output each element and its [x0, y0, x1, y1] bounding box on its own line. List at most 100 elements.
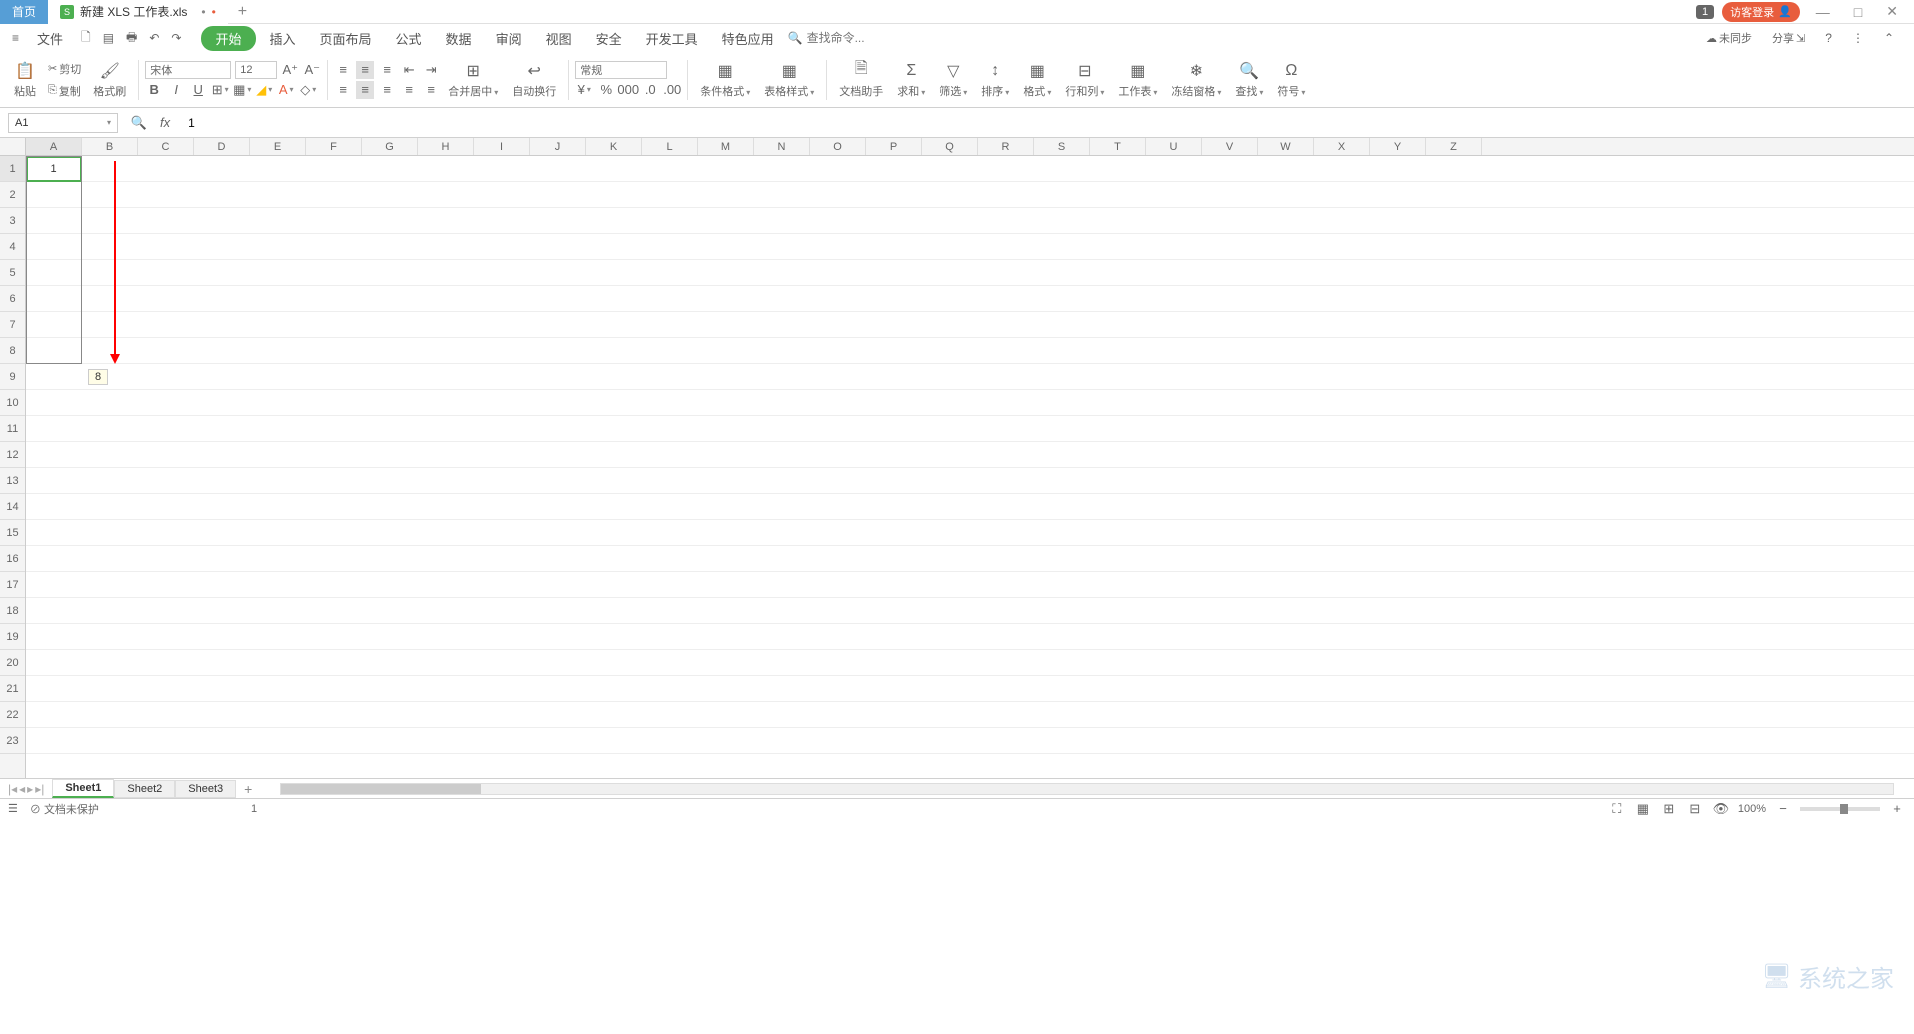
close-button[interactable]: ✕ — [1878, 3, 1906, 20]
indent-left-icon[interactable]: ⇤ — [400, 61, 418, 79]
tab-special[interactable]: 特色应用 — [712, 25, 784, 52]
col-header-O[interactable]: O — [810, 138, 866, 155]
format-painter-button[interactable]: 🖌 格式刷 — [93, 61, 126, 99]
maximize-button[interactable]: □ — [1846, 4, 1870, 20]
col-header-T[interactable]: T — [1090, 138, 1146, 155]
view-split-icon[interactable]: ⊟ — [1686, 800, 1704, 818]
rowcol-button[interactable]: ⊟ 行和列▾ — [1065, 61, 1104, 99]
col-header-X[interactable]: X — [1314, 138, 1370, 155]
col-header-D[interactable]: D — [194, 138, 250, 155]
format-button[interactable]: ▦ 格式▾ — [1023, 61, 1051, 99]
col-header-F[interactable]: F — [306, 138, 362, 155]
paste-button[interactable]: 📋 粘贴 — [14, 61, 36, 99]
row-header[interactable]: 1 — [0, 156, 25, 182]
sheet-tab[interactable]: Sheet3 — [175, 780, 236, 798]
minimize-button[interactable]: — — [1808, 4, 1838, 20]
decrease-decimal-icon[interactable]: .00 — [663, 81, 681, 99]
command-search[interactable]: 🔍 — [788, 31, 887, 45]
name-box[interactable]: A1 ▾ — [8, 113, 118, 133]
zoom-slider[interactable] — [1800, 807, 1880, 811]
row-header[interactable]: 9 — [0, 364, 25, 390]
clear-button[interactable]: ◇▾ — [299, 81, 317, 99]
add-sheet-button[interactable]: + — [236, 781, 260, 797]
col-header-U[interactable]: U — [1146, 138, 1202, 155]
justify-icon[interactable]: ≡ — [400, 81, 418, 99]
col-header-P[interactable]: P — [866, 138, 922, 155]
increase-font-icon[interactable]: A⁺ — [281, 61, 299, 79]
row-header[interactable]: 23 — [0, 728, 25, 754]
quick-action-icon[interactable]: ☰ — [8, 802, 18, 815]
row-header[interactable]: 3 — [0, 208, 25, 234]
align-middle-icon[interactable]: ≡ — [356, 61, 374, 79]
tab-page-layout[interactable]: 页面布局 — [310, 25, 382, 52]
row-header[interactable]: 20 — [0, 650, 25, 676]
symbol-button[interactable]: Ω 符号▾ — [1277, 61, 1305, 99]
number-format-select[interactable] — [575, 61, 667, 79]
merge-button[interactable]: ⊞ 合并居中▾ — [448, 61, 498, 99]
row-header[interactable]: 18 — [0, 598, 25, 624]
align-right-icon[interactable]: ≡ — [378, 81, 396, 99]
row-header[interactable]: 4 — [0, 234, 25, 260]
zoom-in-icon[interactable]: + — [1888, 800, 1906, 818]
sum-button[interactable]: Σ 求和▾ — [897, 61, 925, 99]
tab-security[interactable]: 安全 — [586, 25, 632, 52]
filter-button[interactable]: ▽ 筛选▾ — [939, 61, 967, 99]
sheet-nav-last-icon[interactable]: ▸| — [35, 782, 44, 796]
row-header[interactable]: 7 — [0, 312, 25, 338]
select-all-corner[interactable] — [0, 138, 26, 155]
tab-start[interactable]: 开始 — [201, 26, 255, 51]
font-name-select[interactable] — [145, 61, 231, 79]
login-button[interactable]: 访客登录 👤 — [1722, 2, 1800, 22]
print-icon[interactable]: 🖶 — [122, 24, 141, 53]
col-header-Q[interactable]: Q — [922, 138, 978, 155]
align-left-icon[interactable]: ≡ — [334, 81, 352, 99]
bold-button[interactable]: B — [145, 81, 163, 99]
zoom-level[interactable]: 100% — [1738, 803, 1766, 815]
zoom-out-icon[interactable]: − — [1774, 800, 1792, 818]
sheet-nav-next-icon[interactable]: ▸ — [27, 782, 33, 796]
read-mode-icon[interactable]: 👁 — [1712, 800, 1730, 818]
row-header[interactable]: 12 — [0, 442, 25, 468]
border-button[interactable]: ⊞▾ — [211, 81, 229, 99]
row-header[interactable]: 5 — [0, 260, 25, 286]
col-header-C[interactable]: C — [138, 138, 194, 155]
tab-data[interactable]: 数据 — [436, 25, 482, 52]
col-header-N[interactable]: N — [754, 138, 810, 155]
sheet-tab[interactable]: Sheet1 — [52, 779, 114, 798]
redo-icon[interactable]: ↷ — [167, 27, 185, 49]
row-header[interactable]: 19 — [0, 624, 25, 650]
font-color-button[interactable]: A▾ — [277, 81, 295, 99]
table-style-button[interactable]: ▦ 表格样式▾ — [764, 61, 814, 99]
row-header[interactable]: 15 — [0, 520, 25, 546]
view-page-icon[interactable]: ⊞ — [1660, 800, 1678, 818]
col-header-R[interactable]: R — [978, 138, 1034, 155]
col-header-S[interactable]: S — [1034, 138, 1090, 155]
row-header[interactable]: 13 — [0, 468, 25, 494]
more-icon[interactable]: ⋮ — [1848, 27, 1868, 49]
tab-review[interactable]: 审阅 — [486, 25, 532, 52]
col-header-Z[interactable]: Z — [1426, 138, 1482, 155]
col-header-L[interactable]: L — [642, 138, 698, 155]
new-tab-button[interactable]: + — [228, 3, 257, 21]
row-header[interactable]: 6 — [0, 286, 25, 312]
font-size-select[interactable] — [235, 61, 277, 79]
notification-badge[interactable]: 1 — [1696, 5, 1714, 19]
fullscreen-icon[interactable]: ⛶ — [1608, 800, 1626, 818]
sort-button[interactable]: ↕ 排序▾ — [981, 61, 1009, 99]
col-header-Y[interactable]: Y — [1370, 138, 1426, 155]
col-header-J[interactable]: J — [530, 138, 586, 155]
sheet-nav-first-icon[interactable]: |◂ — [8, 782, 17, 796]
home-tab[interactable]: 首页 — [0, 0, 48, 24]
align-center-icon[interactable]: ≡ — [356, 81, 374, 99]
share-button[interactable]: 分享 ⇲ — [1768, 28, 1809, 48]
col-header-M[interactable]: M — [698, 138, 754, 155]
formula-input[interactable] — [182, 113, 1906, 133]
tab-formula[interactable]: 公式 — [386, 25, 432, 52]
row-header[interactable]: 22 — [0, 702, 25, 728]
col-header-W[interactable]: W — [1258, 138, 1314, 155]
col-header-K[interactable]: K — [586, 138, 642, 155]
currency-icon[interactable]: ¥▾ — [575, 81, 593, 99]
protect-status[interactable]: ⊘ 文档未保护 — [30, 801, 99, 817]
tab-dev-tools[interactable]: 开发工具 — [636, 25, 708, 52]
tab-view[interactable]: 视图 — [536, 25, 582, 52]
